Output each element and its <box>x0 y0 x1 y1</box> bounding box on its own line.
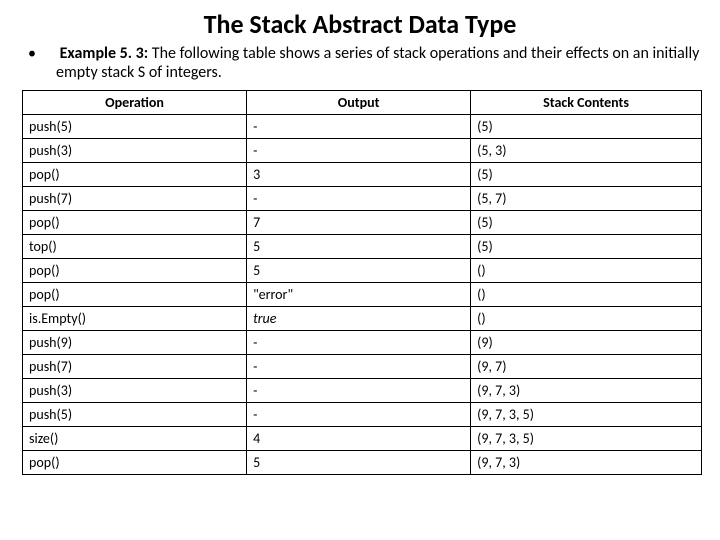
col-header-stack-contents: Stack Contents <box>471 91 702 115</box>
cell-output: 5 <box>247 451 471 475</box>
cell-operation: top() <box>23 235 247 259</box>
table-row: pop()7(5) <box>23 211 702 235</box>
stack-operations-table: Operation Output Stack Contents push(5)-… <box>22 90 702 475</box>
cell-output: 7 <box>247 211 471 235</box>
page-title: The Stack Abstract Data Type <box>20 8 700 40</box>
cell-output: - <box>247 331 471 355</box>
table-row: size()4(9, 7, 3, 5) <box>23 427 702 451</box>
cell-stack-contents: () <box>471 259 702 283</box>
cell-stack-contents: (9, 7, 3, 5) <box>471 403 702 427</box>
table-row: push(9)-(9) <box>23 331 702 355</box>
cell-operation: push(7) <box>23 355 247 379</box>
example-label: Example 5. 3: <box>60 44 149 63</box>
example-text: The following table shows a series of st… <box>56 44 699 82</box>
cell-operation: pop() <box>23 259 247 283</box>
cell-output: 4 <box>247 427 471 451</box>
table-row: push(7)-(9, 7) <box>23 355 702 379</box>
cell-stack-contents: (9) <box>471 331 702 355</box>
table-row: pop()5(9, 7, 3) <box>23 451 702 475</box>
cell-output: - <box>247 379 471 403</box>
cell-output: 5 <box>247 259 471 283</box>
cell-operation: push(7) <box>23 187 247 211</box>
table-row: pop()"error"() <box>23 283 702 307</box>
cell-output: - <box>247 139 471 163</box>
bullet-icon: • <box>42 44 56 63</box>
cell-stack-contents: (5) <box>471 211 702 235</box>
table-row: pop()3(5) <box>23 163 702 187</box>
cell-stack-contents: (9, 7, 3, 5) <box>471 427 702 451</box>
cell-operation: pop() <box>23 163 247 187</box>
cell-operation: push(9) <box>23 331 247 355</box>
cell-stack-contents: (5, 3) <box>471 139 702 163</box>
cell-output: 5 <box>247 235 471 259</box>
cell-stack-contents: (9, 7) <box>471 355 702 379</box>
cell-output: true <box>247 307 471 331</box>
table-row: push(5)-(9, 7, 3, 5) <box>23 403 702 427</box>
col-header-operation: Operation <box>23 91 247 115</box>
cell-stack-contents: () <box>471 283 702 307</box>
cell-operation: push(3) <box>23 379 247 403</box>
cell-operation: push(5) <box>23 403 247 427</box>
cell-stack-contents: () <box>471 307 702 331</box>
table-row: push(3)-(9, 7, 3) <box>23 379 702 403</box>
cell-output: "error" <box>247 283 471 307</box>
example-paragraph: • Example 5. 3: The following table show… <box>42 44 700 82</box>
cell-stack-contents: (9, 7, 3) <box>471 379 702 403</box>
cell-output: - <box>247 355 471 379</box>
cell-output: - <box>247 403 471 427</box>
cell-operation: pop() <box>23 451 247 475</box>
cell-operation: is.Empty() <box>23 307 247 331</box>
cell-stack-contents: (5, 7) <box>471 187 702 211</box>
table-row: is.Empty()true() <box>23 307 702 331</box>
table-header-row: Operation Output Stack Contents <box>23 91 702 115</box>
cell-operation: push(5) <box>23 115 247 139</box>
cell-operation: push(3) <box>23 139 247 163</box>
col-header-output: Output <box>247 91 471 115</box>
cell-stack-contents: (5) <box>471 163 702 187</box>
cell-output: 3 <box>247 163 471 187</box>
cell-operation: size() <box>23 427 247 451</box>
table-row: push(5)-(5) <box>23 115 702 139</box>
cell-stack-contents: (9, 7, 3) <box>471 451 702 475</box>
cell-operation: pop() <box>23 211 247 235</box>
cell-output: - <box>247 187 471 211</box>
cell-stack-contents: (5) <box>471 115 702 139</box>
table-row: pop()5() <box>23 259 702 283</box>
cell-stack-contents: (5) <box>471 235 702 259</box>
cell-output: - <box>247 115 471 139</box>
table-row: push(7)-(5, 7) <box>23 187 702 211</box>
table-row: top()5(5) <box>23 235 702 259</box>
table-row: push(3)-(5, 3) <box>23 139 702 163</box>
cell-operation: pop() <box>23 283 247 307</box>
